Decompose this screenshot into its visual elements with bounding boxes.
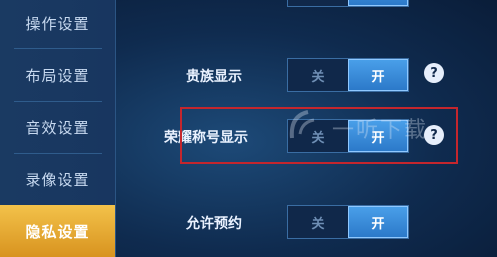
sidebar-item-layout[interactable]: 布局设置	[0, 49, 115, 101]
toggle-off-option[interactable]: 关	[288, 59, 348, 91]
setting-row	[116, 0, 497, 11]
toggle-switch[interactable]: 关 开	[287, 58, 409, 92]
sidebar-item-operation[interactable]: 操作设置	[0, 0, 115, 49]
setting-label: 贵族显示	[186, 69, 242, 85]
settings-sidebar: 操作设置 布局设置 音效设置 录像设置 隐私设置	[0, 0, 116, 257]
toggle-off-option[interactable]: 关	[288, 206, 348, 238]
toggle-switch[interactable]	[287, 0, 409, 7]
setting-label: 允许预约	[186, 216, 242, 232]
sidebar-item-sound[interactable]: 音效设置	[0, 101, 115, 153]
help-icon[interactable]: ?	[424, 63, 444, 83]
setting-row-allow-reservation: 允许预约 关 开	[116, 205, 497, 241]
annotation-highlight-box	[180, 107, 458, 164]
sidebar-item-label: 操作设置	[25, 14, 90, 33]
sidebar-item-label: 隐私设置	[25, 222, 90, 241]
toggle-off-option[interactable]	[288, 0, 348, 6]
toggle-on-option[interactable]	[348, 0, 408, 6]
sidebar-item-label: 布局设置	[25, 66, 90, 85]
setting-row-noble-display: 贵族显示 关 开 ?	[116, 58, 497, 94]
toggle-on-option[interactable]: 开	[348, 59, 408, 91]
sidebar-item-label: 音效设置	[25, 118, 90, 137]
sidebar-item-privacy[interactable]: 隐私设置	[0, 205, 115, 257]
sidebar-item-label: 录像设置	[25, 170, 90, 189]
toggle-switch[interactable]: 关 开	[287, 205, 409, 239]
toggle-on-option[interactable]: 开	[348, 206, 408, 238]
sidebar-item-recording[interactable]: 录像设置	[0, 153, 115, 205]
